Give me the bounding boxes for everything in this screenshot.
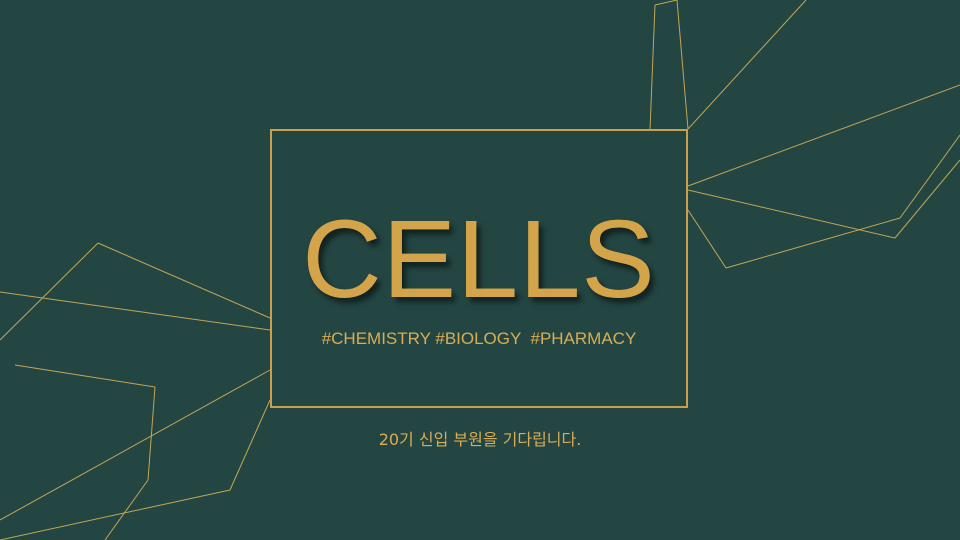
decor-line-l-8 xyxy=(0,489,231,540)
title-text: CELLS xyxy=(272,205,686,315)
decor-line-tr-9 xyxy=(899,134,960,219)
title-frame: CELLS #CHEMISTRY #BIOLOGY #PHARMACY xyxy=(270,129,688,408)
decor-line-tr-4 xyxy=(687,0,807,130)
decor-line-tr-7 xyxy=(687,209,727,269)
slide: CELLS #CHEMISTRY #BIOLOGY #PHARMACY 20기 … xyxy=(0,0,960,540)
decor-line-tr-10 xyxy=(894,159,960,239)
hashtag-line: #CHEMISTRY #BIOLOGY #PHARMACY xyxy=(321,329,637,348)
decor-line-l-1 xyxy=(0,291,271,331)
decor-line-tr-5 xyxy=(687,84,960,187)
decor-line-tr-2 xyxy=(654,0,678,6)
decor-line-tr-1 xyxy=(649,4,656,131)
title-label: CELLS xyxy=(302,198,656,321)
decor-line-tr-8 xyxy=(725,217,901,269)
decor-line-l-6 xyxy=(104,479,149,540)
decor-line-l-4 xyxy=(14,364,156,388)
decor-line-l-2 xyxy=(0,242,99,341)
decor-line-tr-6 xyxy=(687,189,896,239)
decor-line-tr-3 xyxy=(676,0,689,130)
decor-line-l-3 xyxy=(97,242,271,319)
recruit-subtitle: 20기 신입 부원을 기다립니다. xyxy=(378,430,582,449)
